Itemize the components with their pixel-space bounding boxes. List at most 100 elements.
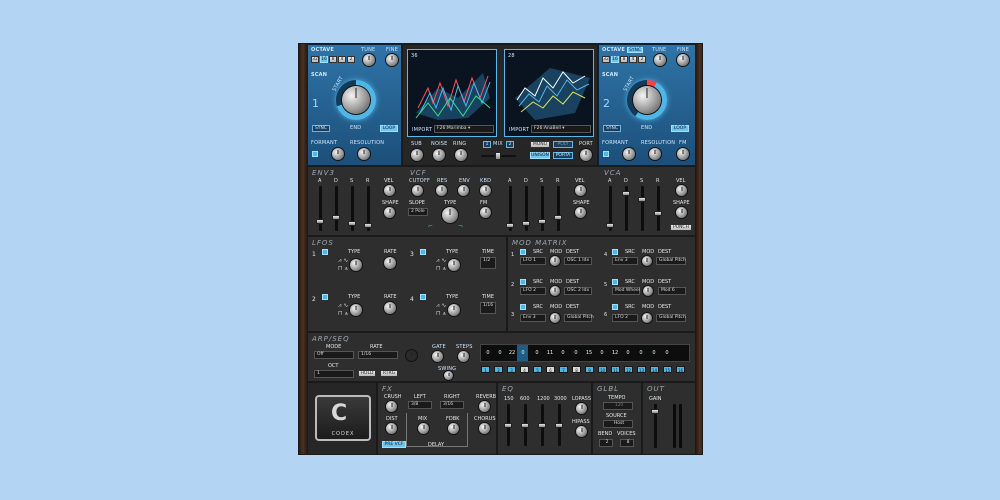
tune-knob[interactable]	[363, 54, 375, 66]
pre-vcf-button[interactable]: PRE VCF	[382, 441, 406, 448]
step-value-4[interactable]: 0	[518, 345, 528, 361]
env3-vel-knob[interactable]	[384, 185, 395, 196]
fm-knob[interactable]	[677, 148, 689, 160]
lfo-3-type-knob[interactable]	[448, 259, 460, 271]
vcf-a-fader[interactable]	[506, 223, 514, 228]
step-value-13[interactable]: 0	[636, 345, 646, 361]
step-button-9[interactable]: 9	[585, 366, 594, 373]
delay-fdbk-knob[interactable]	[448, 423, 459, 434]
octave-button-32[interactable]: 32	[602, 56, 610, 63]
filter-fm-knob[interactable]	[480, 207, 491, 218]
formant-knob[interactable]	[623, 148, 635, 160]
mod-slot-4-src-select[interactable]: Env 3	[612, 257, 638, 265]
tempo-source-select[interactable]: Host	[603, 420, 633, 428]
step-button-5[interactable]: 5	[533, 366, 542, 373]
vca-shape-knob[interactable]	[676, 207, 687, 218]
lfo-2-toggle[interactable]	[322, 294, 328, 300]
cutoff-knob[interactable]	[412, 185, 423, 196]
dist-knob[interactable]	[386, 423, 397, 434]
gate-knob[interactable]	[432, 351, 443, 362]
step-value-6[interactable]: 11	[545, 345, 555, 361]
step-value-14[interactable]: 0	[649, 345, 659, 361]
step-button-1[interactable]: 1	[481, 366, 490, 373]
tempo-field[interactable]: 120	[603, 402, 633, 410]
rtrg-button[interactable]: RTRG	[380, 370, 398, 377]
octave-button-4[interactable]: 4	[629, 56, 637, 63]
eq-600-fader[interactable]	[521, 423, 529, 428]
env3-d-fader[interactable]	[332, 215, 340, 220]
vca-a-fader[interactable]	[606, 223, 614, 228]
arp-oct-select[interactable]: 1	[314, 370, 354, 378]
lfo-2-type-knob[interactable]	[350, 304, 362, 316]
arp-rate-select[interactable]: 1/16	[358, 351, 398, 359]
port-knob[interactable]	[580, 149, 592, 161]
sub-knob[interactable]	[411, 149, 423, 161]
step-value-1[interactable]: 0	[483, 345, 493, 361]
vcf-d-fader[interactable]	[522, 221, 530, 226]
mod-slot-4-toggle[interactable]	[612, 249, 618, 255]
mod-slot-1-dest-select[interactable]: OSC 1 Idx	[564, 257, 592, 265]
lfo-4-time-select[interactable]: 1/16	[480, 302, 496, 314]
step-button-16[interactable]: 16	[676, 366, 685, 373]
resolution-knob[interactable]	[649, 148, 661, 160]
mod-slot-4-amount-knob[interactable]	[642, 256, 652, 266]
mod-slot-3-toggle[interactable]	[520, 304, 526, 310]
mod-slot-6-src-select[interactable]: LFO 2	[612, 314, 638, 322]
step-button-4[interactable]: 4	[520, 366, 529, 373]
env-amount-knob[interactable]	[458, 185, 469, 196]
mod-slot-2-dest-select[interactable]: OSC 2 Idx	[564, 287, 592, 295]
arp-mode-select[interactable]: Off	[314, 351, 354, 359]
step-button-12[interactable]: 12	[624, 366, 633, 373]
poly-button[interactable]: POLY	[553, 141, 573, 148]
kbd-knob[interactable]	[480, 185, 491, 196]
ring-knob[interactable]	[455, 149, 467, 161]
octave-button-16[interactable]: 16	[611, 56, 619, 63]
step-value-15[interactable]: 0	[662, 345, 672, 361]
fine-knob[interactable]	[386, 54, 398, 66]
slope-select[interactable]: 2 Pole	[408, 208, 428, 216]
step-value-3[interactable]: 22	[507, 345, 517, 361]
octave-button-16[interactable]: 16	[320, 56, 328, 63]
reverb-knob[interactable]	[479, 401, 490, 412]
octave-button-32[interactable]: 32	[311, 56, 319, 63]
mod-slot-5-src-select[interactable]: Mod Wheel	[612, 287, 640, 295]
unison-button[interactable]: UNISON	[530, 152, 550, 159]
mod-slot-5-amount-knob[interactable]	[643, 286, 653, 296]
mod-slot-2-toggle[interactable]	[520, 279, 526, 285]
scan-knob[interactable]	[633, 86, 661, 114]
env3-s-fader[interactable]	[348, 221, 356, 226]
lfo-3-time-select[interactable]: 1/2	[480, 257, 496, 269]
env3-a-fader[interactable]	[316, 219, 324, 224]
lfo-1-toggle[interactable]	[322, 249, 328, 255]
wavetable-file-select[interactable]: F26:Marimba ▾	[434, 125, 494, 133]
mod-slot-1-src-select[interactable]: LFO 1	[520, 257, 546, 265]
octave-button-2[interactable]: 2	[347, 56, 355, 63]
eq-150-fader[interactable]	[504, 423, 512, 428]
voices-select[interactable]: 8	[620, 439, 634, 447]
step-button-13[interactable]: 13	[637, 366, 646, 373]
step-button-11[interactable]: 11	[611, 366, 620, 373]
step-value-10[interactable]: 0	[597, 345, 607, 361]
mod-slot-3-amount-knob[interactable]	[550, 313, 560, 323]
step-value-2[interactable]: 0	[495, 345, 505, 361]
loop-button[interactable]: LOOP	[380, 125, 398, 132]
fine-knob[interactable]	[677, 54, 689, 66]
octave-button-4[interactable]: 4	[338, 56, 346, 63]
crush-knob[interactable]	[386, 401, 397, 412]
lfo-2-rate-knob[interactable]	[384, 302, 396, 314]
step-button-2[interactable]: 2	[494, 366, 503, 373]
eq-1200-fader[interactable]	[538, 423, 546, 428]
step-value-5[interactable]: 0	[532, 345, 542, 361]
mod-slot-5-toggle[interactable]	[612, 279, 618, 285]
mod-slot-3-src-select[interactable]: Env 3	[520, 314, 546, 322]
env3-r-fader[interactable]	[364, 223, 372, 228]
wavetable-file-select[interactable]: F26:AnaBell ▾	[531, 125, 591, 133]
lfo-1-rate-knob[interactable]	[384, 257, 396, 269]
gain-fader[interactable]	[651, 409, 659, 414]
noise-knob[interactable]	[433, 149, 445, 161]
mod-slot-2-amount-knob[interactable]	[550, 286, 560, 296]
swing-knob[interactable]	[444, 371, 453, 380]
mod-slot-3-dest-select[interactable]: Global Pitch	[564, 314, 594, 322]
mod-slot-5-dest-select[interactable]: Mod 6	[658, 287, 686, 295]
hipass-knob[interactable]	[576, 426, 587, 437]
